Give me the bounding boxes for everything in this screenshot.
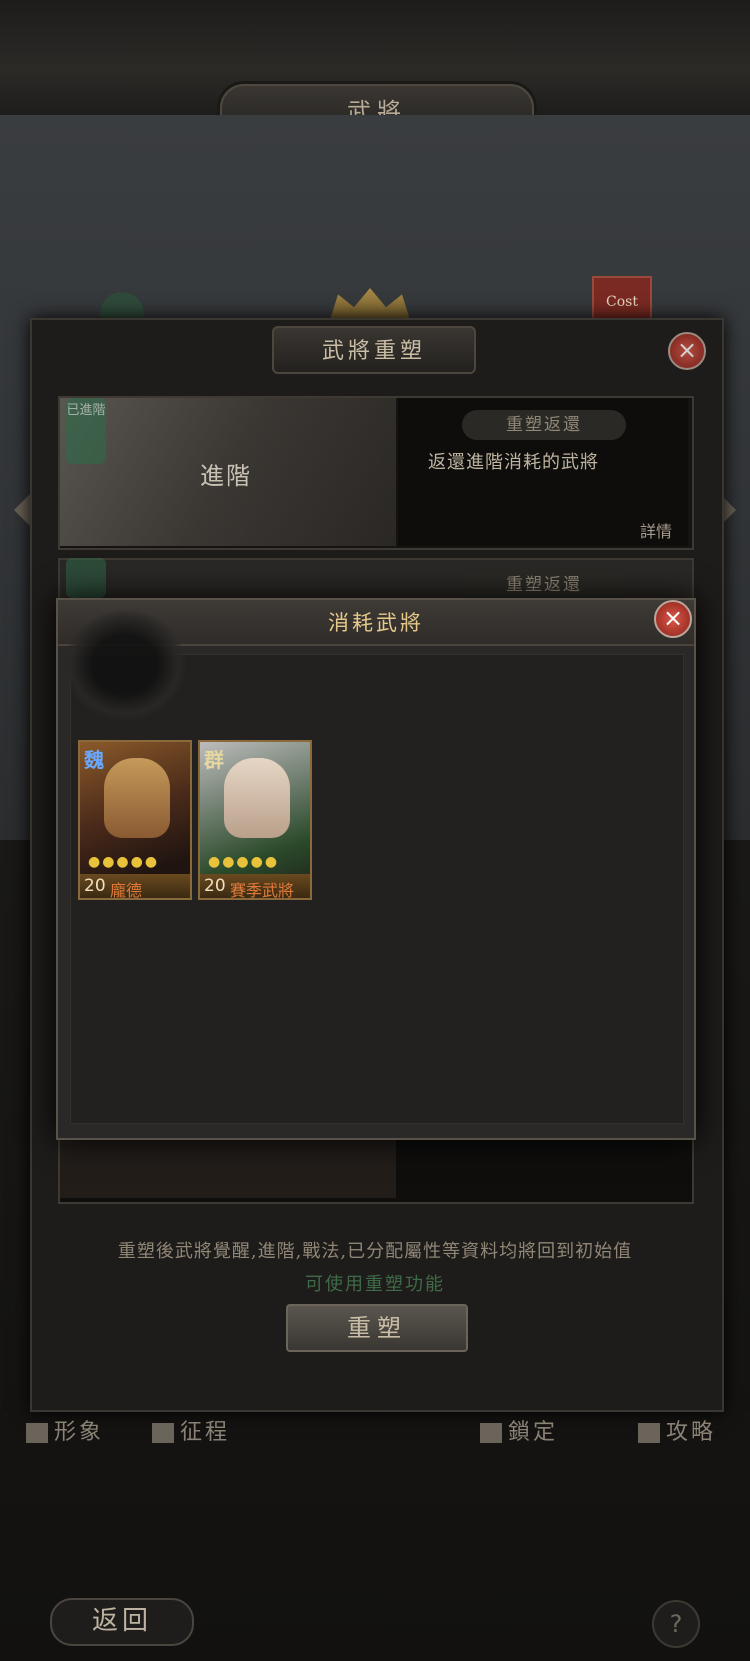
lock-icon — [480, 1423, 502, 1443]
advanced-tag: 已進階 — [66, 398, 106, 464]
nav-lock[interactable]: 鎖定 — [480, 1414, 558, 1446]
book-icon — [638, 1423, 660, 1443]
general-level: 20 — [84, 876, 106, 896]
star-rating: ●●●●● — [208, 854, 280, 870]
general-level: 20 — [204, 876, 226, 896]
general-name: 賽季武將 — [230, 881, 295, 900]
reset-button[interactable]: 重塑 — [286, 1304, 468, 1352]
reset-return-button[interactable]: 重塑返還 — [462, 410, 626, 440]
nav-image-label: 形象 — [54, 1420, 105, 1445]
back-button[interactable]: 返回 — [50, 1598, 194, 1646]
reset-note: 重塑後武將覺醒,進階,戰法,已分配屬性等資料均將回到初始值 — [117, 1241, 633, 1262]
second-card-tag — [66, 558, 106, 598]
flag-icon — [152, 1423, 174, 1443]
advance-label: 進階 — [200, 462, 252, 490]
detail-link[interactable]: 詳情 — [640, 518, 672, 542]
faction-badge: 魏 — [84, 748, 104, 772]
nav-journey-label: 征程 — [180, 1420, 231, 1445]
nav-guide[interactable]: 攻略 — [638, 1414, 716, 1446]
close-icon: × — [676, 336, 698, 364]
nav-image[interactable]: 形象 — [26, 1414, 104, 1446]
general-portrait — [104, 758, 170, 838]
reset-return-button-2[interactable]: 重塑返還 — [462, 570, 626, 600]
star-rating: ●●●●● — [88, 854, 160, 870]
reset-hint: 可使用重塑功能 — [305, 1274, 445, 1295]
advance-description: 返還進階消耗的武將 — [428, 452, 599, 473]
general-name: 龐德 — [110, 881, 143, 900]
general-card[interactable]: 魏 ●●●●● 20 龐德 — [78, 740, 192, 900]
nav-lock-label: 鎖定 — [508, 1420, 559, 1445]
ink-splash-decoration — [64, 610, 186, 720]
person-icon — [26, 1423, 48, 1443]
general-card[interactable]: 群 ●●●●● 20 賽季武將 — [198, 740, 312, 900]
close-icon: × — [662, 604, 684, 632]
general-portrait — [224, 758, 290, 838]
nav-guide-label: 攻略 — [666, 1420, 717, 1445]
nav-journey[interactable]: 征程 — [152, 1414, 230, 1446]
consume-dialog-close-button[interactable]: × — [654, 600, 692, 638]
reset-title: 武將重塑 — [321, 339, 426, 364]
faction-badge: 群 — [204, 748, 224, 772]
reset-close-button[interactable]: × — [668, 332, 706, 370]
third-card-image — [60, 1132, 396, 1198]
help-button[interactable]: ? — [652, 1600, 700, 1648]
